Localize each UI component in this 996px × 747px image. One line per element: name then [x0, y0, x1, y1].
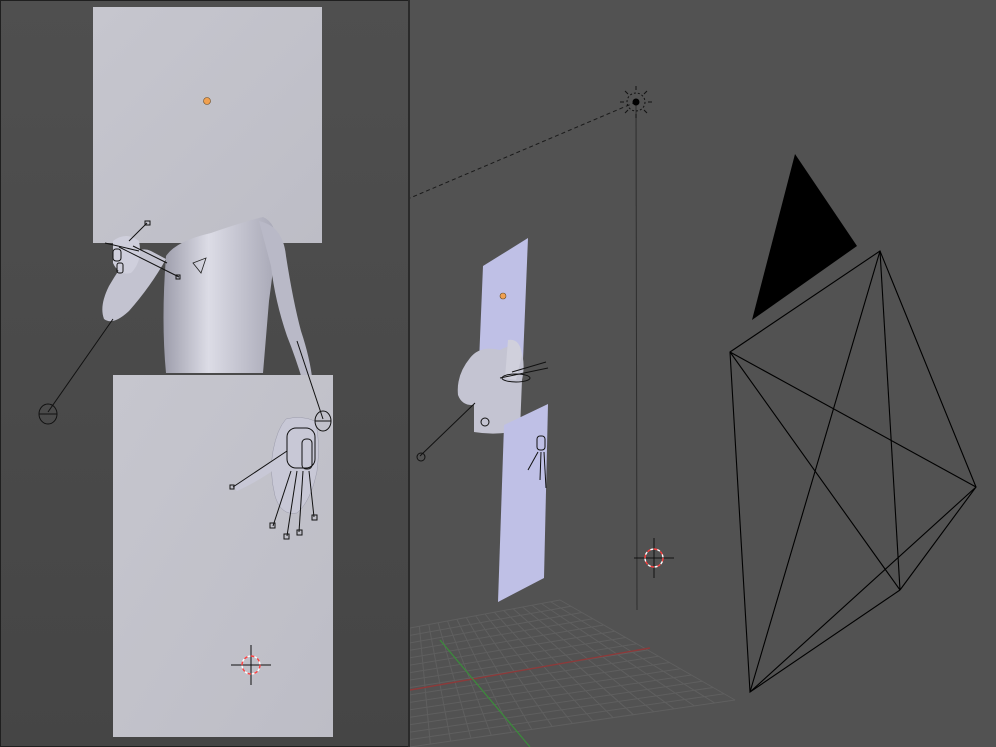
right-scene [410, 86, 977, 747]
camera-icon[interactable] [729, 154, 977, 694]
grid-line [410, 699, 736, 747]
3d-cursor-icon[interactable] [634, 538, 674, 578]
mannequin[interactable] [102, 217, 313, 389]
left-3d-viewport[interactable] [0, 0, 410, 747]
top-plane[interactable] [93, 7, 322, 243]
grid-line [540, 603, 695, 707]
grid-line [410, 693, 725, 741]
grid-line [410, 655, 659, 696]
pole-target-left[interactable] [38, 318, 114, 425]
bottom-plane-perspective[interactable] [498, 404, 548, 602]
grid-line [410, 662, 670, 703]
grid-line [559, 599, 736, 701]
origin-dot-icon[interactable] [203, 97, 211, 105]
grid-line [550, 601, 715, 704]
mannequin-perspective[interactable] [457, 339, 524, 434]
origin-dot-icon[interactable] [499, 292, 507, 300]
grid-line [410, 668, 681, 711]
left-scene [38, 7, 333, 737]
right-3d-viewport[interactable] [410, 0, 996, 747]
floor-grid [410, 599, 736, 747]
